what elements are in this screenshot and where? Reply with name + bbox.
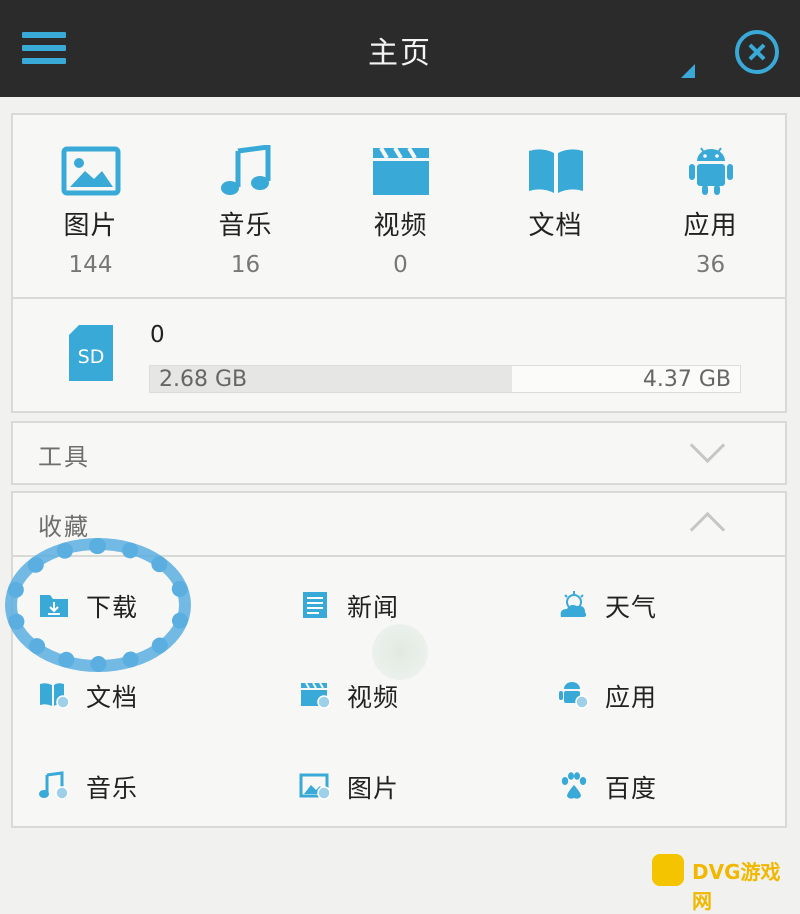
book-icon xyxy=(40,683,70,709)
watermark-text: DVG游戏网 xyxy=(692,860,781,913)
category-label: 视频 xyxy=(373,211,428,241)
sd-card-panel[interactable]: SD 0 2.68 GB 4.37 GB xyxy=(11,297,787,413)
category-count: 36 xyxy=(695,252,726,278)
favorite-videos[interactable]: 视频 xyxy=(299,670,539,720)
favorite-label: 视频 xyxy=(347,683,400,712)
clapperboard-icon xyxy=(301,682,331,709)
favorite-weather[interactable]: 天气 xyxy=(557,580,797,630)
svg-text:SD: SD xyxy=(78,346,105,368)
gamepad-icon xyxy=(652,854,684,886)
close-icon[interactable] xyxy=(735,30,779,74)
favorite-documents[interactable]: 文档 xyxy=(38,670,278,720)
watermark: DVG游戏网 xyxy=(644,850,800,913)
favorite-label: 天气 xyxy=(605,593,658,622)
category-count: 16 xyxy=(230,252,261,278)
favorite-label: 新闻 xyxy=(347,593,400,622)
tools-section[interactable]: 工具 xyxy=(11,421,787,485)
music-note-icon xyxy=(39,771,69,800)
news-icon xyxy=(303,592,327,618)
storage-name: 0 xyxy=(150,322,165,348)
favorite-baidu[interactable]: 百度 xyxy=(557,761,797,811)
highlight-dots xyxy=(5,538,191,672)
chevron-down-icon[interactable] xyxy=(689,427,726,464)
clapperboard-icon xyxy=(372,146,429,195)
android-icon xyxy=(688,147,733,195)
chevron-up-icon[interactable] xyxy=(689,511,726,548)
favorite-apps[interactable]: 应用 xyxy=(557,670,797,720)
app-header: 主页 xyxy=(0,0,800,97)
book-icon xyxy=(528,149,583,193)
touch-indicator xyxy=(372,624,428,680)
android-icon xyxy=(559,682,589,709)
sd-card-icon: SD xyxy=(69,325,113,381)
category-music[interactable]: 音乐 16 xyxy=(168,115,323,295)
category-count: 144 xyxy=(68,252,113,278)
image-icon xyxy=(299,773,331,800)
storage-usage-bar: 2.68 GB 4.37 GB xyxy=(149,365,741,393)
category-images[interactable]: 图片 144 xyxy=(13,115,168,295)
paw-icon xyxy=(561,772,587,799)
category-apps[interactable]: 应用 36 xyxy=(633,115,788,295)
section-title: 工具 xyxy=(38,443,90,471)
image-icon xyxy=(61,146,120,196)
section-title: 收藏 xyxy=(38,513,90,541)
favorite-images[interactable]: 图片 xyxy=(299,761,539,811)
favorite-label: 音乐 xyxy=(86,774,139,803)
weather-icon xyxy=(560,591,587,617)
storage-used: 2.68 GB xyxy=(159,367,248,392)
category-count: 0 xyxy=(393,252,408,278)
category-label: 应用 xyxy=(683,211,738,241)
category-panel: 图片 144 音乐 16 视频 0 文档 应用 36 xyxy=(11,113,787,299)
category-label: 音乐 xyxy=(218,211,273,241)
category-videos[interactable]: 视频 0 xyxy=(323,115,478,295)
page-title: 主页 xyxy=(368,36,432,71)
storage-total: 4.37 GB xyxy=(642,367,731,392)
category-documents[interactable]: 文档 xyxy=(478,115,633,295)
category-label: 文档 xyxy=(528,211,583,241)
dropdown-indicator-icon[interactable] xyxy=(681,64,695,78)
favorite-label: 图片 xyxy=(347,774,400,803)
music-note-icon xyxy=(220,145,270,195)
category-label: 图片 xyxy=(63,211,118,241)
favorite-news[interactable]: 新闻 xyxy=(299,580,539,630)
favorite-label: 文档 xyxy=(86,683,139,712)
favorite-music[interactable]: 音乐 xyxy=(38,761,278,811)
favorite-label: 百度 xyxy=(605,774,658,803)
favorite-label: 应用 xyxy=(605,683,658,712)
